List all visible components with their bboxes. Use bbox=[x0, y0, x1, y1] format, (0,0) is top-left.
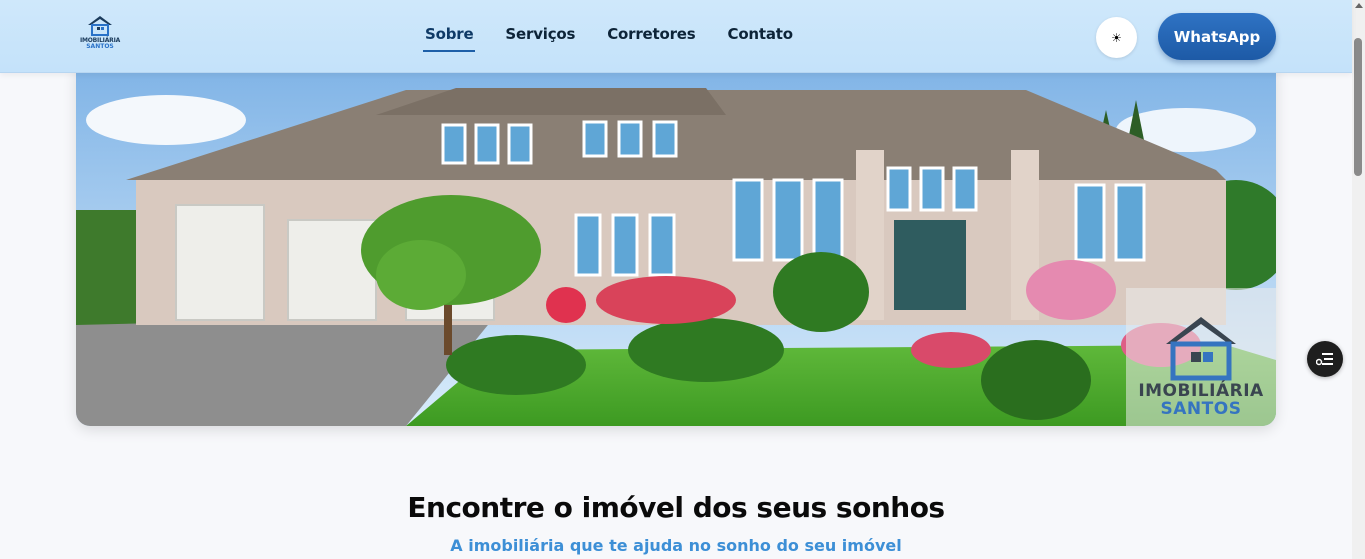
watermark-line2: SANTOS bbox=[1160, 399, 1242, 419]
nav-item-contato[interactable]: Contato bbox=[728, 25, 794, 49]
watermark-logo: IMOBILIÁRIA SANTOS bbox=[1126, 288, 1276, 426]
hero-image: IMOBILIÁRIA SANTOS bbox=[76, 60, 1276, 426]
brand-line2: SANTOS bbox=[86, 43, 114, 50]
filter-list-icon bbox=[1316, 353, 1333, 366]
site-header: IMOBILIÁRIA SANTOS Sobre Serviços Corret… bbox=[0, 0, 1352, 73]
nav-item-servicos[interactable]: Serviços bbox=[505, 25, 575, 49]
house-logo-icon bbox=[88, 16, 112, 36]
page-headline: Encontre o imóvel dos seus sonhos bbox=[407, 491, 945, 524]
nav-item-sobre[interactable]: Sobre bbox=[422, 25, 476, 52]
page-subheadline: A imobiliária que te ajuda no sonho do s… bbox=[450, 536, 902, 555]
main-nav: Sobre Serviços Corretores Contato bbox=[422, 25, 825, 52]
house-logo-icon bbox=[1166, 317, 1236, 381]
whatsapp-button[interactable]: WhatsApp bbox=[1158, 13, 1276, 60]
sun-icon: ☀ bbox=[1111, 30, 1122, 45]
page-scrollbar[interactable] bbox=[1352, 0, 1365, 559]
scroll-up-arrow-icon[interactable] bbox=[1355, 3, 1363, 8]
scroll-thumb[interactable] bbox=[1354, 38, 1362, 176]
brand-logo[interactable]: IMOBILIÁRIA SANTOS bbox=[80, 14, 120, 58]
accessibility-menu-button[interactable] bbox=[1307, 341, 1343, 377]
watermark-line1: IMOBILIÁRIA bbox=[1138, 381, 1264, 401]
theme-toggle-button[interactable]: ☀ bbox=[1096, 17, 1137, 58]
house-illustration bbox=[76, 60, 1276, 426]
nav-item-corretores[interactable]: Corretores bbox=[607, 25, 695, 49]
